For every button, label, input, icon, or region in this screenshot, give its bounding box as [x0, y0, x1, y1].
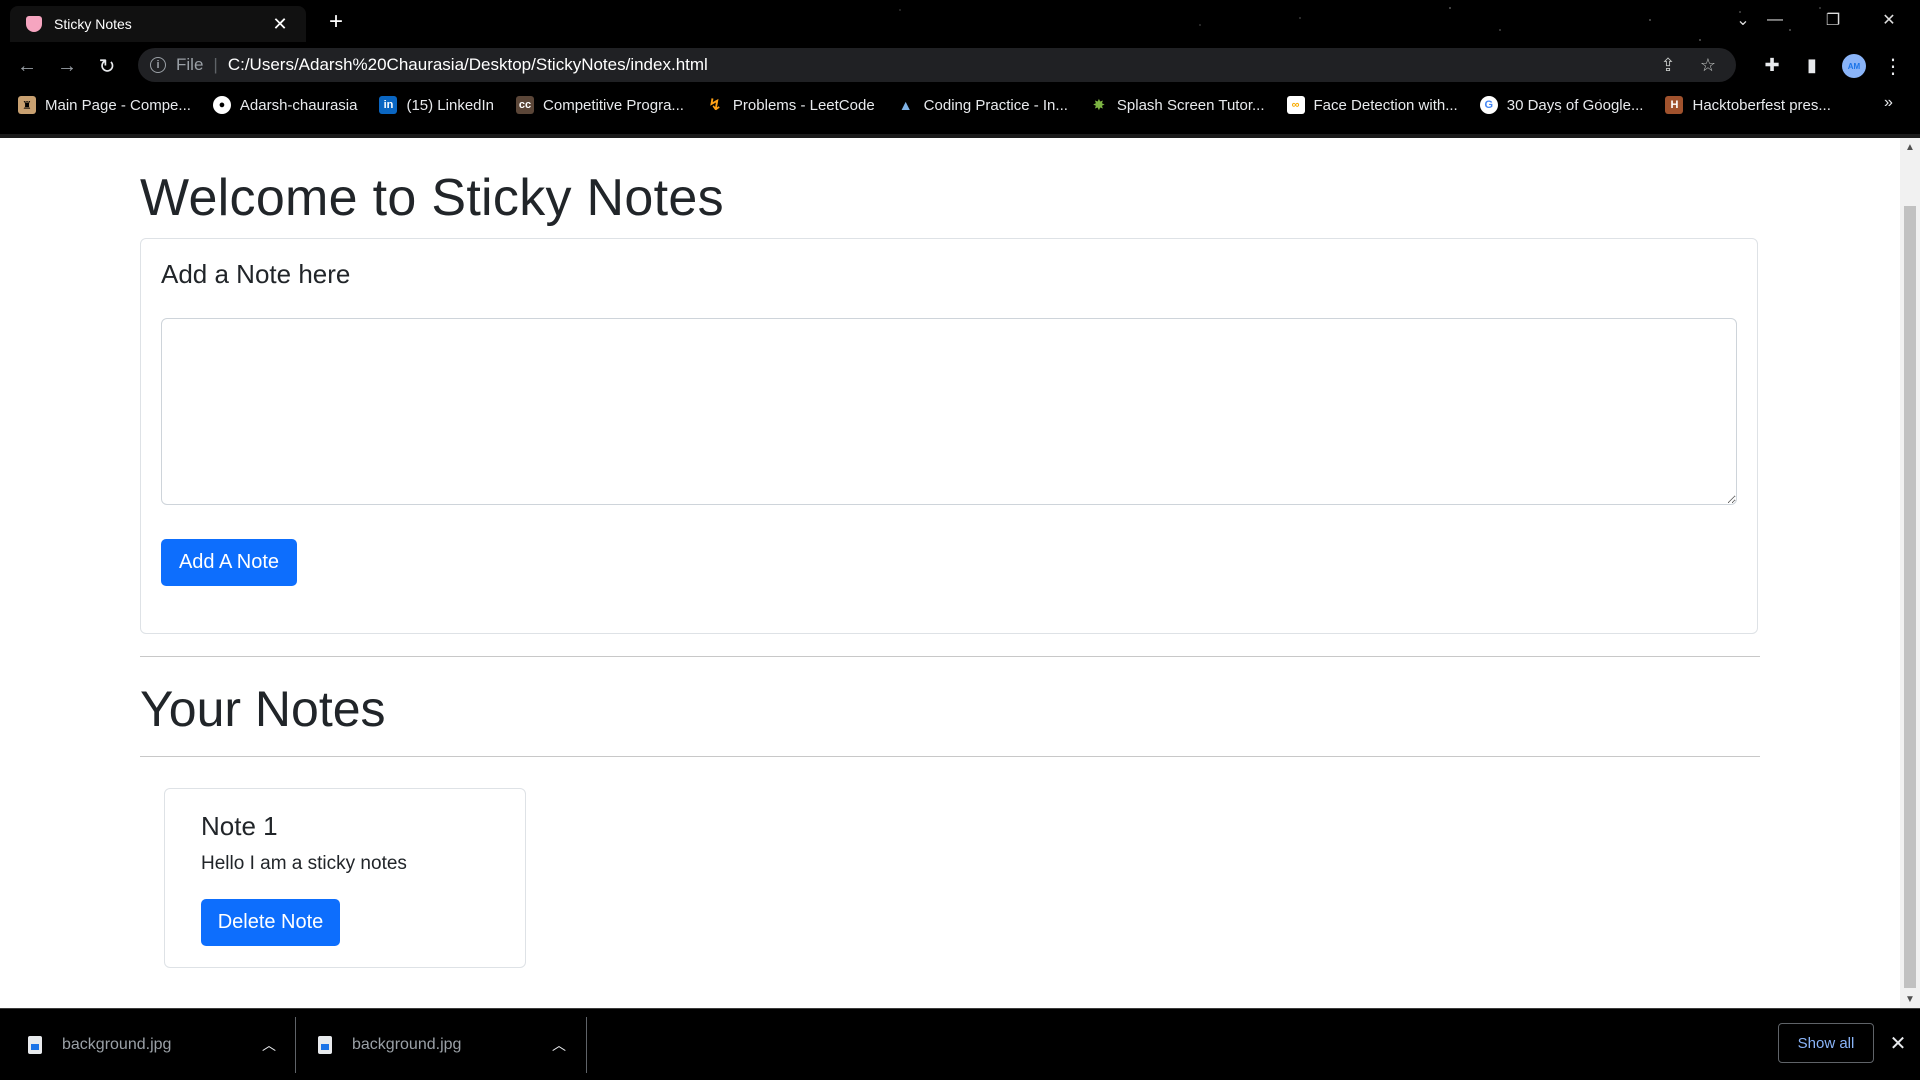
chevron-up-icon[interactable]: ︿ [262, 1035, 276, 1055]
tab-close-icon[interactable]: ✕ [268, 12, 292, 36]
image-file-icon [28, 1036, 42, 1054]
restore-icon[interactable]: ❐ [1810, 4, 1856, 36]
bookmarks-overflow-icon[interactable]: » [1884, 94, 1893, 112]
download-shelf: background.jpg ︿ background.jpg ︿ Show a… [0, 1008, 1920, 1080]
scroll-up-arrow-icon[interactable]: ▲ [1900, 138, 1920, 156]
note-title: Note 1 [201, 811, 278, 841]
note-card: Note 1 Hello I am a sticky notes Delete … [164, 788, 526, 968]
download-item[interactable]: background.jpg ︿ [318, 1009, 566, 1081]
scrollbar-thumb[interactable] [1904, 206, 1916, 988]
bookmark-item[interactable]: ∞ Face Detection with... [1286, 96, 1458, 114]
bookmark-label: 30 Days of Google... [1506, 96, 1644, 114]
bookmark-item[interactable]: H Hacktoberfest pres... [1665, 96, 1831, 114]
android-icon: ✸ [1092, 97, 1106, 114]
download-item[interactable]: background.jpg ︿ [28, 1009, 276, 1081]
bookmarks-bar: ♜ Main Page - Compe... ● Adarsh-chaurasi… [18, 92, 1853, 118]
forward-arrow-icon[interactable]: → [52, 51, 82, 81]
omnibox-separator: | [213, 55, 218, 74]
page-title: Welcome to Sticky Notes [140, 169, 724, 227]
scroll-down-arrow-icon[interactable]: ▼ [1900, 990, 1920, 1008]
image-file-icon [318, 1036, 332, 1054]
your-notes-heading: Your Notes [140, 681, 386, 737]
back-arrow-icon[interactable]: ← [12, 51, 42, 81]
divider [140, 656, 1760, 657]
tab-title: Sticky Notes [54, 16, 132, 32]
new-tab-button[interactable]: + [322, 8, 350, 36]
show-all-button[interactable]: Show all [1778, 1023, 1874, 1063]
bookmark-label: Competitive Progra... [543, 96, 684, 114]
bookmark-icon: ♜ [18, 96, 36, 114]
download-separator [295, 1017, 296, 1073]
url-text[interactable]: C:/Users/Adarsh%20Chaurasia/Desktop/Stic… [228, 55, 1656, 75]
colab-icon: ∞ [1286, 96, 1305, 114]
menu-kebab-icon[interactable]: ⋮ [1883, 52, 1903, 80]
info-icon[interactable]: i [150, 57, 166, 73]
address-bar[interactable]: i File | C:/Users/Adarsh%20Chaurasia/Des… [138, 48, 1736, 82]
bookmark-label: Face Detection with... [1313, 96, 1458, 114]
browser-tab[interactable]: Sticky Notes ✕ [10, 6, 306, 42]
divider [140, 756, 1760, 757]
bookmark-item[interactable]: G 30 Days of Google... [1479, 96, 1644, 114]
sticky-notes-favicon-icon [26, 16, 42, 32]
hacktoberfest-icon: H [1665, 96, 1684, 114]
add-note-button[interactable]: Add A Note [161, 539, 297, 586]
bookmark-item[interactable]: ▲ Coding Practice - In... [897, 96, 1068, 114]
download-separator [586, 1017, 587, 1073]
bookmark-label: Hacktoberfest pres... [1692, 96, 1831, 114]
chevron-up-icon[interactable]: ︿ [552, 1035, 566, 1055]
add-note-heading: Add a Note here [161, 259, 351, 289]
window-close-icon[interactable]: ✕ [1866, 4, 1912, 36]
linkedin-icon: in [379, 96, 398, 114]
page-content: Welcome to Sticky Notes Add a Note here … [0, 138, 1900, 1008]
minimize-icon[interactable]: — [1752, 4, 1798, 36]
bookmark-item[interactable]: cc Competitive Progra... [516, 96, 684, 114]
vertical-scrollbar[interactable]: ▲ ▼ [1900, 138, 1920, 1008]
bookmark-item[interactable]: ♜ Main Page - Compe... [18, 96, 191, 114]
bookmark-label: Problems - LeetCode [732, 96, 875, 114]
delete-note-button[interactable]: Delete Note [201, 899, 340, 946]
bookmark-item[interactable]: ↯ Problems - LeetCode [706, 96, 875, 115]
side-panel-icon[interactable]: ▮ [1800, 55, 1824, 76]
close-icon[interactable]: ✕ [1884, 1029, 1912, 1057]
bookmark-item[interactable]: ✸ Splash Screen Tutor... [1090, 96, 1265, 115]
bookmark-label: Main Page - Compe... [45, 96, 191, 114]
bookmark-item[interactable]: in (15) LinkedIn [379, 96, 494, 114]
reload-icon[interactable]: ↻ [92, 51, 122, 81]
bookmark-star-icon[interactable]: ☆ [1696, 55, 1720, 76]
google-icon: G [1479, 96, 1498, 114]
bookmark-label: (15) LinkedIn [406, 96, 495, 114]
note-textarea[interactable] [161, 318, 1737, 505]
bookmark-label: Splash Screen Tutor... [1116, 96, 1265, 114]
share-icon[interactable]: ⇪ [1656, 55, 1680, 76]
mountain-icon: ▲ [898, 97, 913, 113]
bookmark-label: Coding Practice - In... [923, 96, 1068, 114]
extensions-puzzle-icon[interactable]: ✚ [1760, 55, 1784, 76]
download-filename: background.jpg [352, 1036, 462, 1053]
bookmark-item[interactable]: ● Adarsh-chaurasia [212, 96, 358, 114]
scheme-label: File [176, 55, 204, 74]
profile-avatar[interactable]: AM [1842, 54, 1866, 78]
browser-chrome: Sticky Notes ✕ + ⌄ — ❐ ✕ ← → ↻ i File | … [0, 0, 1920, 138]
add-note-card: Add a Note here Add A Note [140, 238, 1758, 634]
leetcode-icon: ↯ [708, 97, 722, 114]
note-text: Hello I am a sticky notes [201, 853, 407, 874]
codechef-icon: cc [516, 96, 535, 114]
github-icon: ● [212, 96, 231, 114]
download-filename: background.jpg [62, 1036, 172, 1053]
bookmark-label: Adarsh-chaurasia [239, 96, 358, 114]
